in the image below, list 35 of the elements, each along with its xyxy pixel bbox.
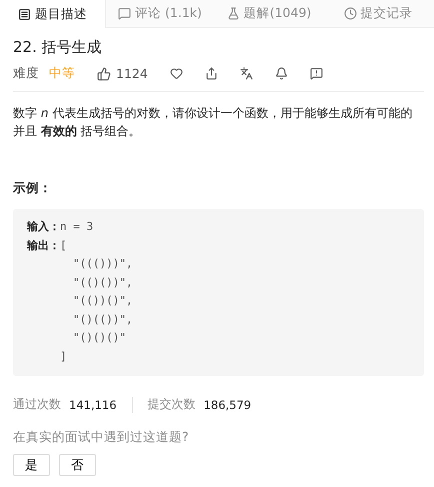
stat-value: 141,116 [69,398,117,412]
like-count: 1124 [116,66,148,81]
difficulty-label: 难度 [13,65,39,82]
code-line: "()(())", [72,312,133,328]
stat-label: 通过次数 [13,396,61,413]
clock-icon [344,7,356,20]
input-label: 输入： [27,219,60,235]
stat-value: 186,579 [204,398,252,412]
interview-question: 在真实的面试中遇到过这道题? [13,429,190,446]
code-line: [ [60,238,67,254]
problem-title: 22. 括号生成 [13,38,103,57]
like-button[interactable] [97,66,111,80]
feedback-button[interactable] [310,67,323,80]
share-button[interactable] [204,67,218,80]
problem-description: 数字 n 代表生成括号的对数，请你设计一个函数，用于能够生成所有可能的并且 有效的 括号组合。 [13,105,414,140]
stat-label: 提交次数 [148,396,196,413]
tab[interactable]: 题目描述 [0,0,106,28]
code-line: "()()()" [72,330,126,346]
flask-icon [226,7,240,20]
thumbs-up-icon [97,66,111,80]
example-heading: 示例： [13,180,53,197]
answer-button[interactable]: 否 [59,454,96,476]
translate-button[interactable] [240,67,253,80]
code-line: "(())()", [72,293,133,309]
answer-button[interactable]: 是 [13,454,50,476]
code-line: "(()())", [72,274,133,290]
code-line: ] [59,348,67,364]
comment-icon [118,7,132,20]
code-line: n = 3 [60,219,94,235]
output-label: 输出： [27,238,60,254]
favorite-button[interactable] [170,67,183,80]
code-line: "((()))", [72,256,133,272]
notification-button[interactable] [274,67,288,80]
difficulty-value: 中等 [49,65,75,82]
document-icon [18,8,31,20]
